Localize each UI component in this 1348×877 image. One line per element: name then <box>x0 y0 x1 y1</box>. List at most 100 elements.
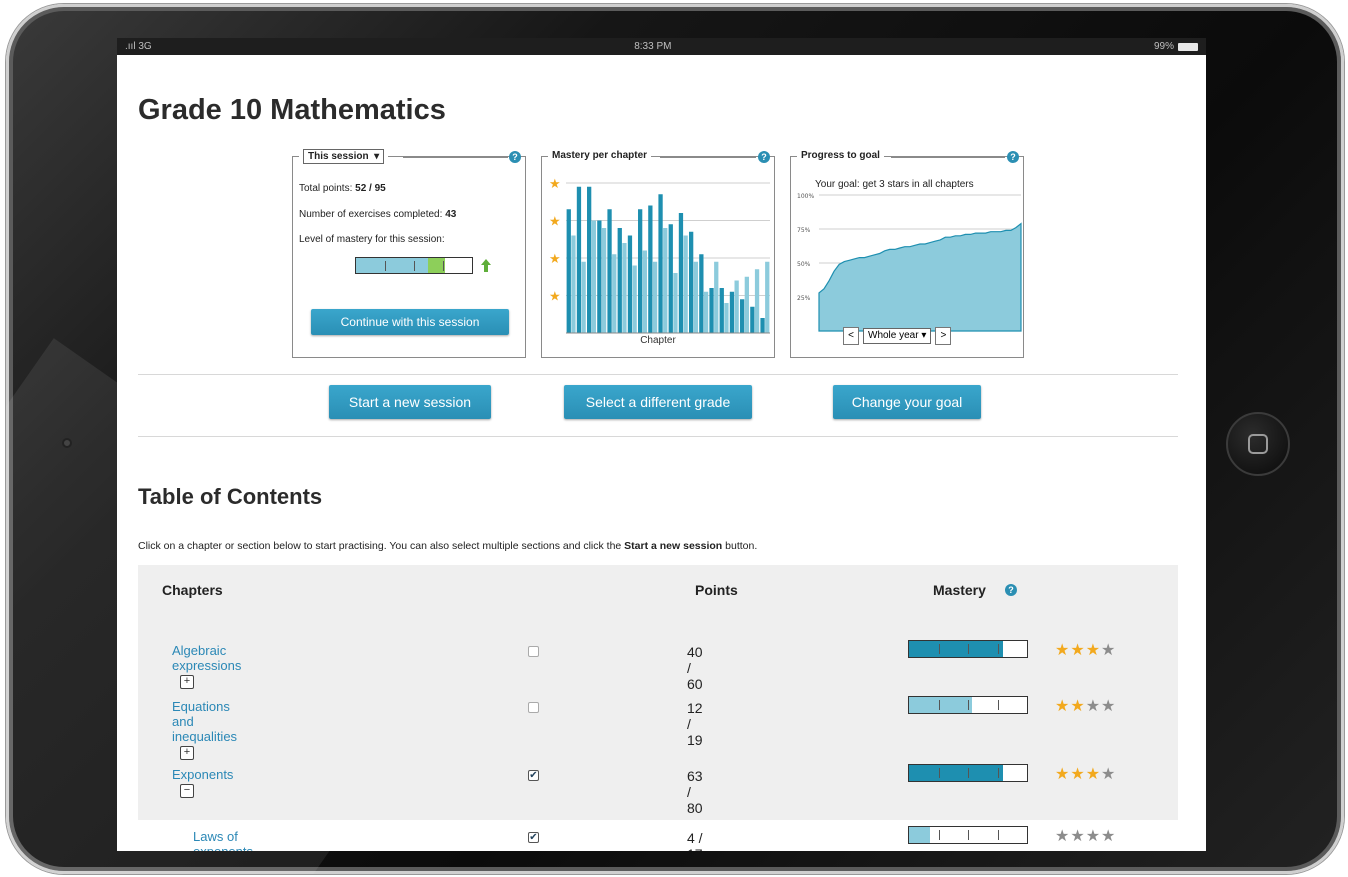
chart-bar <box>724 303 729 333</box>
mastery-tick <box>997 644 999 654</box>
chart-bar <box>566 209 571 333</box>
star-icon: ★ <box>1070 698 1086 715</box>
star-icon: ★ <box>1085 828 1102 845</box>
help-icon[interactable]: ? <box>1005 584 1017 596</box>
chapter-name: Exponents <box>172 767 234 782</box>
chart-bar <box>571 235 576 333</box>
chart-bar <box>658 194 663 333</box>
total-points-label: Total points: <box>299 183 353 194</box>
chart-bar <box>714 261 719 333</box>
chart-bar <box>683 235 688 333</box>
mastery-stars: ★★★★ <box>1055 764 1116 784</box>
chart-bar <box>740 299 745 333</box>
chart-bar <box>622 243 627 333</box>
chart-bar <box>617 228 622 333</box>
mastery-tick <box>968 768 969 778</box>
panel-border-line <box>403 157 508 158</box>
section-checkbox[interactable] <box>528 646 539 657</box>
chart-bar <box>663 228 668 333</box>
collapse-icon[interactable]: − <box>180 783 194 798</box>
help-icon[interactable]: ? <box>509 151 521 163</box>
expand-icon[interactable]: + <box>180 745 194 760</box>
chart-bar <box>719 288 724 333</box>
mastery-tick <box>414 261 415 271</box>
range-controls: < Whole year ▾ > <box>843 327 952 345</box>
star-tick: ★ <box>549 215 561 230</box>
mastery-fill <box>356 258 428 273</box>
chart-bar <box>693 261 698 333</box>
star-icon: ★ <box>1070 642 1086 659</box>
y-tick-label: 100% <box>797 193 814 200</box>
star-icon: ★ <box>1101 642 1117 659</box>
select-grade-button[interactable]: Select a different grade <box>564 385 752 419</box>
section-checkbox[interactable]: ✔ <box>528 832 539 843</box>
chart-bar <box>648 205 653 333</box>
mastery-fill <box>909 697 972 713</box>
session-select-label: This session <box>308 151 369 162</box>
chapter-link[interactable]: Exponents− <box>172 767 233 798</box>
mastery-stars: ★★★★ <box>1055 640 1116 660</box>
range-select-label: Whole year <box>868 330 919 341</box>
chart-bar <box>597 220 602 333</box>
chapter-mastery-bar <box>908 826 1028 844</box>
session-legend: This session ▾ <box>299 149 389 164</box>
section-checkbox[interactable] <box>528 702 539 713</box>
battery-icon <box>1177 42 1198 51</box>
mastery-label: Level of mastery for this session: <box>299 234 445 245</box>
mastery-tick <box>938 768 940 778</box>
toc-description: Click on a chapter or section below to s… <box>138 540 757 552</box>
chart-bar <box>760 318 765 333</box>
start-session-button[interactable]: Start a new session <box>329 385 491 419</box>
chapter-link[interactable]: Laws of exponents <box>193 829 253 851</box>
mastery-tick <box>968 644 969 654</box>
chapter-name: Laws of exponents <box>193 829 253 851</box>
session-select[interactable]: This session ▾ <box>303 149 385 164</box>
change-goal-button[interactable]: Change your goal <box>833 385 981 419</box>
section-checkbox[interactable]: ✔ <box>528 770 539 781</box>
points-header: Points <box>695 582 738 598</box>
continue-session-button[interactable]: Continue with this session <box>311 309 509 335</box>
chapter-points: 40 / 60 <box>687 644 703 692</box>
mastery-stars: ★★★★ <box>1055 696 1116 716</box>
toc-desc-bold: Start a new session <box>624 540 723 552</box>
mastery-chart: ★ ★ ★ ★ <box>549 177 770 334</box>
star-icon: ★ <box>1055 642 1071 659</box>
y-tick-label: 25% <box>797 295 811 302</box>
session-panel: This session ▾ ? Total points: 52 / 95 N… <box>292 149 526 358</box>
range-select[interactable]: Whole year ▾ <box>863 328 932 344</box>
progress-panel: Progress to goal ? Your goal: get 3 star… <box>790 150 1024 358</box>
mastery-tick <box>938 700 940 710</box>
chart-bar <box>689 231 694 333</box>
chart-bar <box>765 261 770 333</box>
divider <box>138 436 1178 437</box>
mastery-tick <box>938 830 940 840</box>
arrow-up-icon <box>481 259 491 272</box>
prev-range-button[interactable]: < <box>843 327 859 345</box>
chapter-name: Algebraic expressions <box>172 643 242 673</box>
chart-bar <box>642 250 647 333</box>
chapters-header: Chapters <box>162 582 223 598</box>
star-icon: ★ <box>1055 828 1071 845</box>
next-range-button[interactable]: > <box>935 327 952 345</box>
chart-bar <box>638 209 643 333</box>
chart-bar <box>673 273 678 333</box>
chart-bar <box>591 220 596 333</box>
total-points: Total points: 52 / 95 <box>299 183 386 194</box>
star-icon: ★ <box>1085 698 1102 715</box>
star-icon: ★ <box>1101 828 1117 845</box>
star-icon: ★ <box>1085 766 1102 783</box>
star-tick: ★ <box>549 252 561 267</box>
chart-bar <box>652 261 658 333</box>
mastery-panel: Mastery per chapter ? ★ ★ ★ ★ Chapter <box>541 150 775 358</box>
mastery-tick <box>968 830 969 840</box>
y-tick-label: 50% <box>797 261 811 268</box>
chart-bar <box>729 291 735 333</box>
chapter-name: Equations and inequalities <box>172 699 238 744</box>
star-icon: ★ <box>1085 642 1102 659</box>
expand-icon[interactable]: + <box>180 674 194 689</box>
chapter-link[interactable]: Algebraic expressions+ <box>172 643 241 689</box>
mastery-tick <box>997 700 999 710</box>
chapter-link[interactable]: Equations and inequalities+ <box>172 699 237 760</box>
chapter-mastery-bar <box>908 696 1028 714</box>
home-button[interactable] <box>1226 412 1290 476</box>
